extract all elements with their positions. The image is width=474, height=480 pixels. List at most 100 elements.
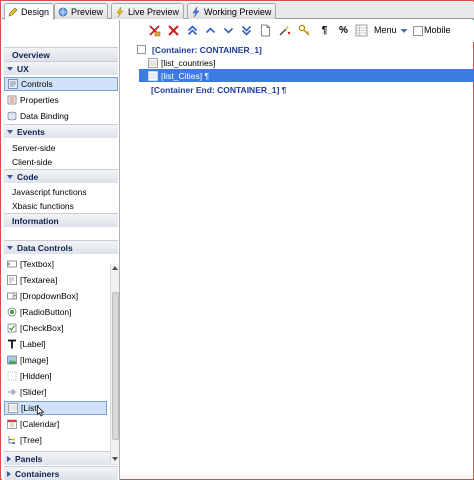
sidebar-item-information[interactable]: Information: [4, 213, 118, 227]
scroll-up-arrow-icon[interactable]: [112, 266, 118, 270]
container-start-label: [Container: CONTAINER_1]: [152, 44, 262, 55]
sidebar-item-label: Client-side: [12, 157, 53, 167]
move-to-bottom-icon[interactable]: [240, 24, 253, 37]
control-item-slider[interactable]: [Slider]: [4, 385, 118, 399]
container-start-row[interactable]: [Container: CONTAINER_1]: [137, 43, 262, 56]
section-title: Events: [17, 126, 45, 137]
control-item-image[interactable]: [Image]: [4, 353, 118, 367]
dropdown-icon: [7, 291, 17, 301]
tab-bar: Design Preview Live Preview Working Prev…: [2, 2, 474, 20]
sidebar-item-label: Overview: [12, 49, 50, 60]
checkbox-square-icon: [137, 44, 147, 55]
move-up-icon[interactable]: [204, 24, 217, 37]
control-item-label: [Image]: [20, 355, 49, 365]
sidebar-section-containers[interactable]: Containers: [4, 466, 118, 480]
sidebar-item-label: Information: [12, 215, 59, 226]
sidebar-item-label: Data Binding: [20, 111, 69, 121]
magic-wand-icon[interactable]: [278, 24, 291, 37]
tree-icon: [7, 435, 17, 445]
control-item-dropdownbox[interactable]: [DropdownBox]: [4, 289, 118, 303]
control-item-checkbox[interactable]: [CheckBox]: [4, 321, 118, 335]
sidebar-section-data-controls[interactable]: Data Controls: [4, 240, 118, 254]
section-title: UX: [17, 63, 29, 74]
textbox-icon: [7, 259, 17, 269]
sidebar-section-code[interactable]: Code: [4, 169, 118, 183]
mobile-checkbox[interactable]: [411, 24, 424, 37]
pilcrow-button[interactable]: ¶: [318, 24, 331, 37]
list-icon: [8, 403, 18, 413]
document-icon[interactable]: [259, 24, 272, 37]
collapse-triangle-icon: [7, 129, 13, 134]
tab-working-preview[interactable]: Working Preview: [187, 3, 277, 19]
control-item-label: [CheckBox]: [20, 323, 64, 333]
key-icon[interactable]: [298, 24, 311, 37]
calendar-icon: [7, 419, 17, 429]
control-item-label: [RadioButton]: [20, 307, 72, 317]
control-item-radiobutton[interactable]: [RadioButton]: [4, 305, 118, 319]
control-item-textbox[interactable]: [Textbox]: [4, 257, 118, 271]
sidebar-section-events[interactable]: Events: [4, 124, 118, 138]
section-title: Panels: [15, 453, 43, 464]
tab-preview[interactable]: Preview: [54, 3, 109, 19]
radio-icon: [7, 307, 17, 317]
properties-icon: [7, 95, 17, 105]
sidebar-section-ux[interactable]: UX: [4, 61, 118, 75]
control-item-label: [Calendar]: [20, 419, 60, 429]
control-item-label: [Textarea]: [20, 275, 58, 285]
control-item-label: [Label]: [20, 339, 46, 349]
percent-button[interactable]: %: [337, 24, 350, 37]
control-item-list[interactable]: [List]: [4, 401, 107, 417]
sidebar-scrollbar[interactable]: [110, 264, 119, 464]
menu-button[interactable]: Menu: [374, 25, 397, 35]
cut-delete-icon[interactable]: [148, 24, 161, 37]
scroll-down-arrow-icon[interactable]: [112, 457, 118, 461]
sidebar-item-javascript-functions[interactable]: Javascript functions: [4, 185, 118, 199]
mouse-cursor-icon: [37, 405, 45, 417]
mobile-label: Mobile: [424, 25, 451, 35]
globe-icon: [58, 7, 68, 17]
expand-triangle-icon: [7, 470, 11, 477]
sidebar-item-xbasic-functions[interactable]: Xbasic functions: [4, 199, 118, 213]
scrollbar-thumb[interactable]: [112, 292, 119, 440]
sidebar-item-overview[interactable]: Overview: [4, 47, 118, 61]
list-cities-row[interactable]: [list_Cities] ¶: [139, 69, 474, 82]
tab-label: Working Preview: [204, 6, 272, 17]
tab-label: Live Preview: [128, 6, 180, 17]
sidebar-item-data-binding[interactable]: Data Binding: [4, 109, 118, 123]
list-countries-label: [list_countries]: [161, 57, 216, 68]
chevron-down-icon[interactable]: [397, 24, 410, 37]
app-window: Design Preview Live Preview Working Prev…: [0, 0, 474, 480]
control-item-tree[interactable]: [Tree]: [4, 433, 118, 447]
tab-design[interactable]: Design: [4, 3, 55, 20]
lightning-icon: [191, 6, 201, 17]
list-countries-row[interactable]: [list_countries]: [148, 56, 215, 69]
pencil-icon: [8, 7, 18, 17]
control-item-textarea[interactable]: [Textarea]: [4, 273, 118, 287]
list-icon: [148, 57, 158, 68]
design-surface: [Container: CONTAINER_1] [list_countries…: [131, 42, 474, 480]
sidebar-item-server-side[interactable]: Server-side: [4, 141, 118, 155]
move-to-top-icon[interactable]: [186, 24, 199, 37]
sidebar-item-label: Xbasic functions: [12, 201, 74, 211]
collapse-triangle-icon: [7, 66, 13, 71]
control-item-label: [Slider]: [20, 387, 47, 397]
grid-icon[interactable]: [355, 24, 368, 37]
control-item-label: [Hidden]: [20, 371, 52, 381]
move-down-icon[interactable]: [222, 24, 235, 37]
control-item-calendar[interactable]: [Calendar]: [4, 417, 118, 431]
tab-live-preview[interactable]: Live Preview: [111, 3, 185, 19]
expand-triangle-icon: [7, 455, 11, 462]
sidebar-section-panels[interactable]: Panels: [4, 451, 118, 465]
section-title: Data Controls: [17, 242, 73, 253]
hidden-field-icon: [7, 371, 17, 381]
sidebar-item-client-side[interactable]: Client-side: [4, 155, 118, 169]
container-end-row[interactable]: [Container End: CONTAINER_1] ¶: [151, 83, 286, 96]
delete-icon[interactable]: [167, 24, 180, 37]
sidebar-item-properties[interactable]: Properties: [4, 93, 118, 107]
database-icon: [7, 111, 17, 121]
text-t-icon: [7, 339, 17, 349]
control-item-label[interactable]: [Label]: [4, 337, 118, 351]
control-item-hidden[interactable]: [Hidden]: [4, 369, 118, 383]
sidebar-item-label: Javascript functions: [12, 187, 87, 197]
sidebar-item-controls[interactable]: Controls: [4, 77, 118, 91]
